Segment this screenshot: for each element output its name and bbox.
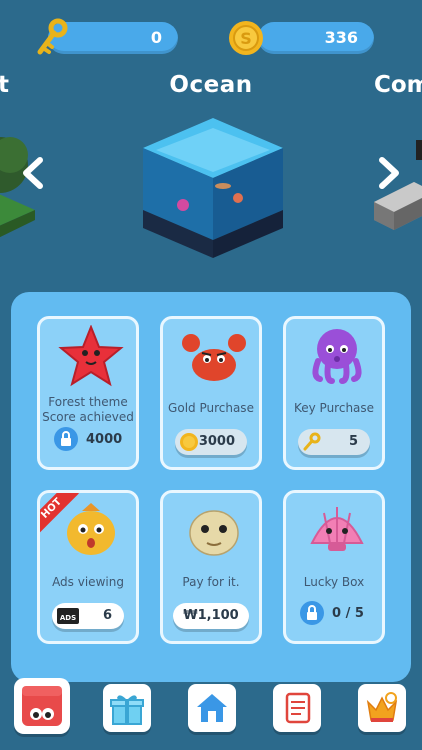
nav-quest[interactable] (273, 684, 321, 732)
crown-icon (366, 692, 398, 722)
card-label: Gold Purchase (168, 401, 254, 415)
nav-character[interactable] (14, 678, 70, 734)
yellow-fish-icon (67, 503, 115, 555)
lock-icon (54, 427, 78, 451)
gold-price-pill: 3000 (175, 429, 247, 455)
nav-home[interactable] (188, 684, 236, 732)
gold-count: 336 (324, 28, 358, 47)
card-label: Key Purchase (293, 401, 375, 415)
next-theme-label[interactable]: Com (374, 72, 422, 98)
key-icon (303, 432, 321, 451)
next-theme-arrow-icon[interactable] (376, 156, 402, 190)
card-value: 4000 (86, 432, 123, 447)
card-label: Pay for it. (182, 575, 240, 589)
crab-icon (182, 334, 246, 381)
key-count: 0 (150, 28, 162, 47)
card-lucky-box[interactable]: Lucky Box 0 / 5 (283, 490, 385, 644)
nav-gift[interactable] (103, 684, 151, 732)
card-pay[interactable]: Pay for it. ₩1,100 (160, 490, 262, 644)
card-label: Forest theme Score achieved (42, 395, 134, 424)
ads-count-pill: ADS 6 (52, 603, 124, 629)
price-pill: ₩1,100 (173, 603, 249, 629)
card-ads-viewing[interactable]: HOT Ads viewing ADS 6 (37, 490, 139, 644)
ads-icon: ADS (57, 608, 79, 624)
octopus-icon (312, 329, 362, 384)
svg-text:S: S (240, 29, 252, 48)
card-score-unlock[interactable]: Forest theme Score achieved 4000 (37, 316, 139, 470)
unlock-panel: Forest theme Score achieved 4000 Gold Pur… (11, 292, 411, 682)
coin-icon (180, 433, 198, 451)
prev-theme-arrow-icon[interactable] (20, 156, 46, 190)
ads-icon-label: ADS (60, 614, 76, 622)
pufferfish-icon (189, 510, 239, 556)
scroll-icon (285, 692, 311, 724)
home-icon (197, 694, 227, 722)
card-label: Lucky Box (303, 575, 365, 589)
card-value: 3000 (198, 434, 235, 449)
ocean-theme-cube[interactable] (138, 110, 288, 260)
lock-icon (300, 601, 324, 625)
gold-counter-bar: 336 (258, 22, 374, 54)
card-key-purchase[interactable]: Key Purchase 5 (283, 316, 385, 470)
nav-ranking[interactable] (358, 684, 406, 732)
key-icon (37, 18, 68, 55)
seashell-icon (310, 507, 364, 551)
gift-icon (110, 695, 144, 725)
key-price-pill: 5 (298, 429, 370, 455)
theme-title: Ocean (169, 72, 253, 98)
card-value: ₩1,100 (183, 608, 239, 623)
starfish-icon (58, 325, 124, 387)
card-gold-purchase[interactable]: Gold Purchase 3000 (160, 316, 262, 470)
card-value: 0 / 5 (332, 606, 364, 621)
card-value: 6 (102, 608, 112, 623)
card-value: 5 (348, 434, 358, 449)
coin-icon: S (229, 21, 263, 55)
card-label: Ads viewing (52, 575, 124, 589)
character-icon (22, 686, 62, 726)
